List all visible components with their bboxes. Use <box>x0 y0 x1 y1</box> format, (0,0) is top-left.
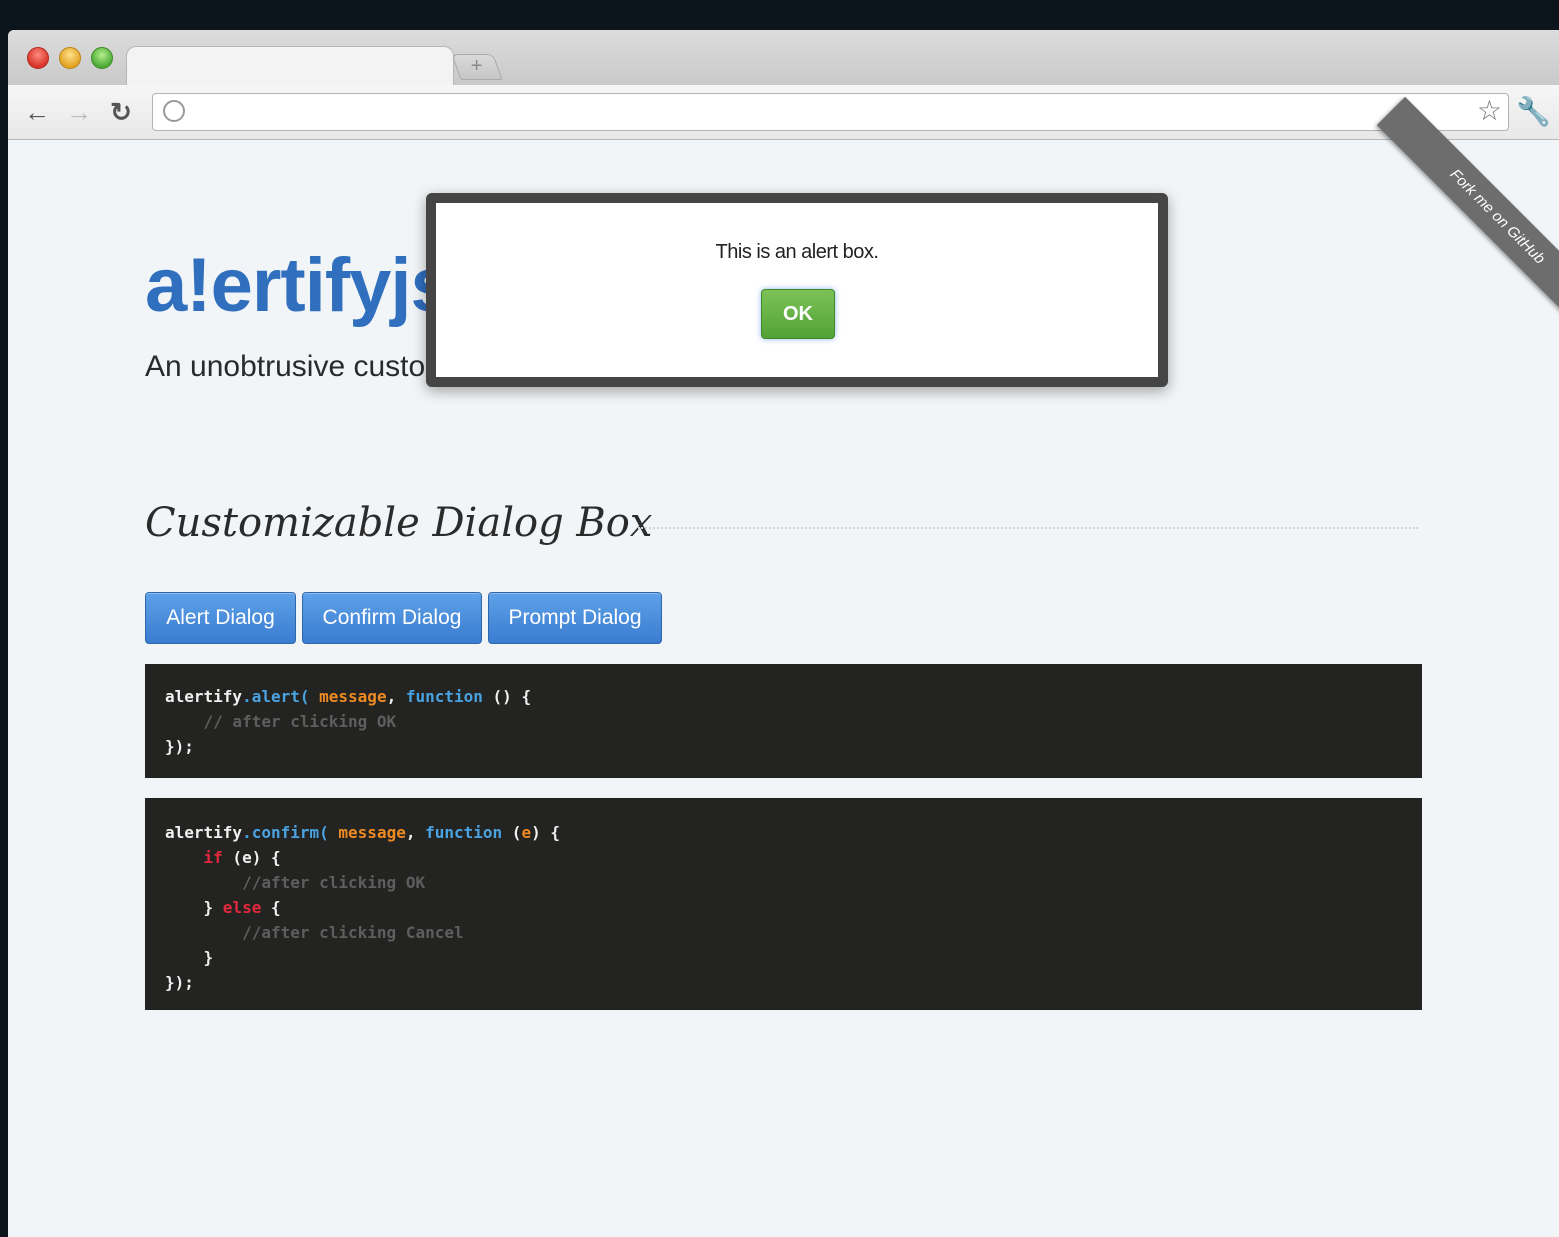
bookmark-star-icon[interactable]: ☆ <box>1477 96 1502 126</box>
globe-icon <box>163 100 185 122</box>
fork-ribbon-label: Fork me on GitHub <box>1446 165 1549 268</box>
code-line: }); <box>165 737 194 756</box>
code-token: ) { <box>531 823 560 842</box>
alert-code-block: alertify.alert( message, function () { /… <box>145 664 1422 778</box>
site-logo: a!ertifyjs <box>145 243 453 328</box>
confirm-dialog-button[interactable]: Confirm Dialog <box>302 592 482 644</box>
code-token: ( <box>502 823 522 842</box>
code-line: alertify.confirm( message, function (e) … <box>165 820 1402 845</box>
code-line: // after clicking OK <box>165 709 1402 734</box>
code-token: message <box>319 687 387 706</box>
section-title: Customizable Dialog Box <box>145 500 653 546</box>
browser-tab[interactable] <box>126 46 454 87</box>
code-token: e <box>521 823 532 842</box>
browser-toolbar: ← → ↻ ☆ 🔧 <box>8 85 1559 140</box>
code-token: function <box>425 823 503 842</box>
code-line: //after clicking Cancel <box>165 920 1402 945</box>
alert-dialog: This is an alert box. OK <box>426 193 1168 387</box>
code-token: { <box>261 898 281 917</box>
code-line: }); <box>165 973 194 992</box>
forward-arrow-icon[interactable]: → <box>64 97 94 127</box>
code-line: //after clicking OK <box>165 870 1402 895</box>
browser-window: + ← → ↻ ☆ 🔧 Fork me on GitHub a!ertifyjs… <box>8 30 1559 1237</box>
alert-dialog-button[interactable]: Alert Dialog <box>145 592 296 644</box>
code-token: , <box>386 687 406 706</box>
back-arrow-icon[interactable]: ← <box>22 97 52 127</box>
zoom-window-icon[interactable] <box>91 47 113 69</box>
code-token: .alert( <box>242 687 310 706</box>
new-tab-button[interactable]: + <box>451 54 503 80</box>
title-bar: + <box>8 30 1559 87</box>
minimize-window-icon[interactable] <box>59 47 81 69</box>
code-token: , <box>405 823 426 842</box>
new-tab-plus-icon: + <box>470 55 483 77</box>
close-window-icon[interactable] <box>27 47 49 69</box>
confirm-code-block: alertify.confirm( message, function (e) … <box>145 798 1422 1010</box>
code-token: } <box>203 948 214 967</box>
code-line: if (e) { <box>165 845 1402 870</box>
code-line: } else { <box>165 895 1402 920</box>
reload-icon[interactable]: ↻ <box>106 97 136 127</box>
code-token: function <box>405 687 483 706</box>
code-token: (e) { <box>222 848 281 867</box>
ok-button[interactable]: OK <box>761 289 835 339</box>
code-line: alertify.alert( message, function () { <box>165 684 1402 709</box>
section-divider <box>638 527 1418 529</box>
code-comment: //after clicking OK <box>242 873 426 892</box>
dialog-message: This is an alert box. <box>715 241 879 263</box>
code-token: } <box>203 898 223 917</box>
code-token: () { <box>482 687 532 706</box>
code-token: .confirm( <box>242 823 329 842</box>
page-content: Fork me on GitHub a!ertifyjs An unobtrus… <box>8 96 1559 1237</box>
code-token: message <box>338 823 406 842</box>
prompt-dialog-button[interactable]: Prompt Dialog <box>488 592 662 644</box>
code-keyword: else <box>222 898 262 917</box>
wrench-icon[interactable]: 🔧 <box>1516 95 1551 129</box>
code-line: } <box>165 945 1402 970</box>
code-comment: // after clicking OK <box>203 712 397 731</box>
code-comment: //after clicking Cancel <box>242 923 464 942</box>
address-bar[interactable]: ☆ <box>152 93 1509 131</box>
code-keyword: if <box>203 848 223 867</box>
code-token: alertify <box>165 823 243 842</box>
code-token: alertify <box>165 687 243 706</box>
